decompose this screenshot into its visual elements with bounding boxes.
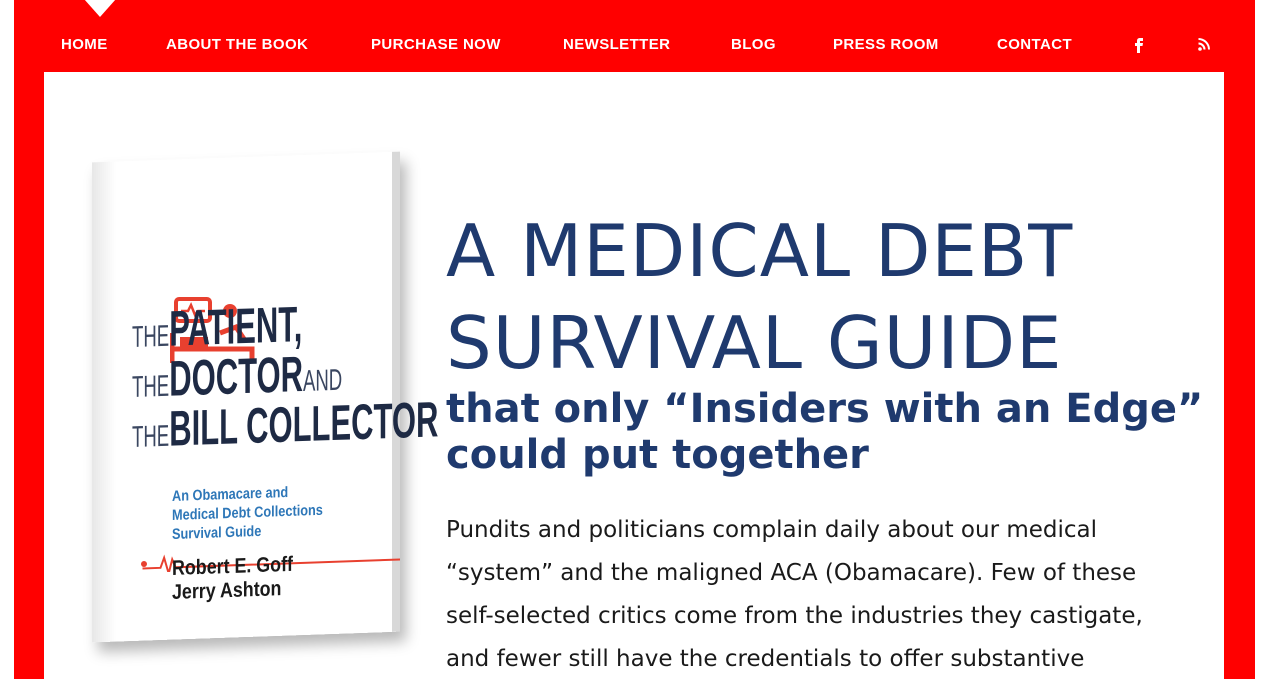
book-cover-image[interactable]: THEPATIENT, THEDOCTORAND THEBILL COLLECT… [92, 151, 438, 662]
nav-purchase-now[interactable]: PURCHASE NOW [371, 36, 501, 53]
title-line-1: A MEDICAL DEBT [446, 209, 1074, 293]
book-authors: Robert E. Goff Jerry Ashton [172, 553, 293, 605]
book-title-main: BILL COLLECTOR [169, 391, 439, 457]
active-indicator [84, 0, 116, 17]
nav-press-room[interactable]: PRESS ROOM [833, 36, 939, 53]
page-subtitle: that only “Insiders with an Edge” could … [446, 386, 1204, 478]
nav-blog[interactable]: BLOG [731, 36, 776, 53]
nav-newsletter[interactable]: NEWSLETTER [563, 36, 670, 53]
book-title-prefix: THE [132, 369, 170, 404]
nav-contact[interactable]: CONTACT [997, 36, 1072, 53]
main-nav: HOME ABOUT THE BOOK PURCHASE NOW NEWSLET… [14, 0, 1255, 72]
page-title: A MEDICAL DEBT SURVIVAL GUIDE [446, 205, 1073, 389]
facebook-icon[interactable] [1130, 34, 1148, 54]
intro-paragraph: Pundits and politicians complain daily a… [446, 517, 1143, 672]
book-title: THEPATIENT, THEDOCTORAND THEBILL COLLECT… [132, 294, 439, 457]
title-line-2: SURVIVAL GUIDE [446, 301, 1063, 385]
book-title-suffix: AND [302, 363, 343, 399]
book-author: Jerry Ashton [172, 577, 282, 604]
book-title-line-3: THEBILL COLLECTOR [132, 391, 439, 457]
nav-home[interactable]: HOME [61, 36, 108, 53]
nav-about-the-book[interactable]: ABOUT THE BOOK [166, 36, 308, 53]
rss-icon[interactable] [1195, 34, 1213, 54]
book-title-prefix: THE [132, 419, 170, 454]
book-subtitle: An Obamacare and Medical Debt Collection… [172, 482, 323, 544]
book-title-prefix: THE [132, 319, 170, 354]
